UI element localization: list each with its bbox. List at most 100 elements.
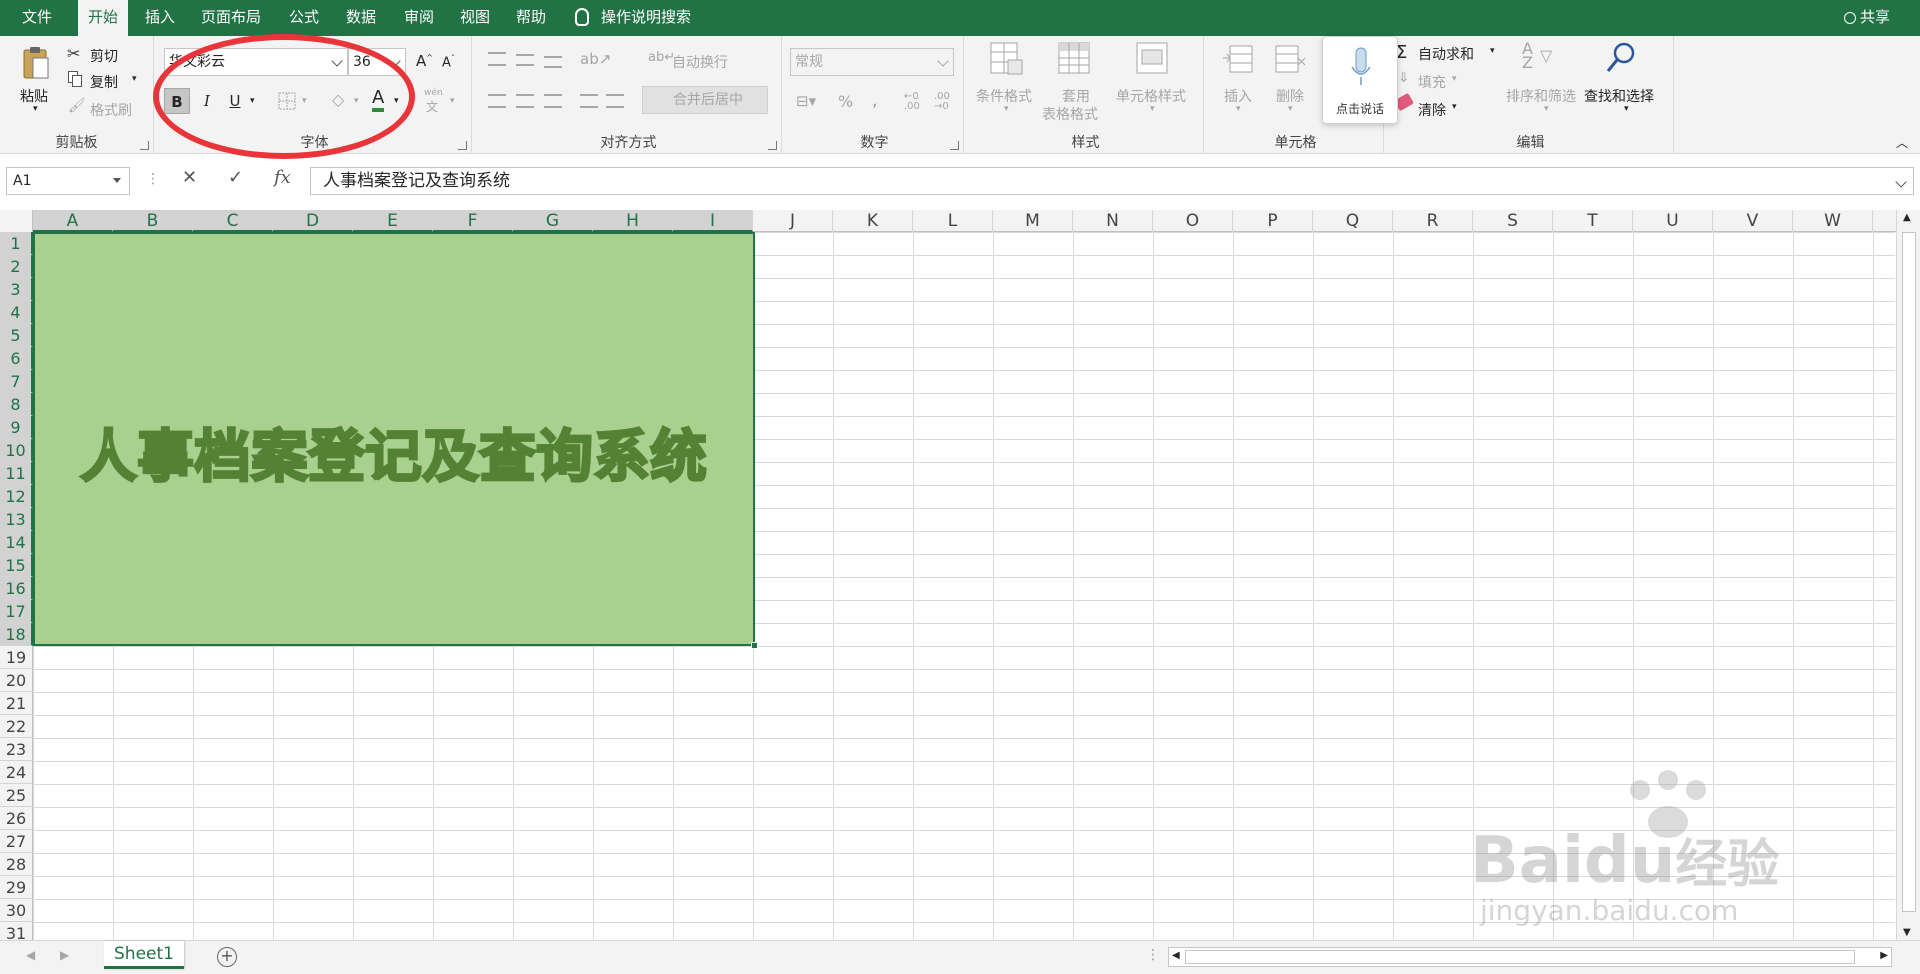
paste-icon[interactable] — [22, 46, 50, 82]
sort-filter-button[interactable]: 排序和筛选 — [1506, 86, 1576, 106]
row-header-14[interactable]: 14 — [0, 531, 33, 554]
column-header-m[interactable]: M — [993, 210, 1073, 232]
row-header-8[interactable]: 8 — [0, 393, 33, 416]
tab-insert[interactable]: 插入 — [134, 0, 186, 36]
tab-page-layout[interactable]: 页面布局 — [192, 0, 270, 36]
align-center-icon[interactable] — [516, 94, 534, 108]
paste-label[interactable]: 粘贴 — [20, 86, 48, 106]
clipboard-launcher-icon[interactable] — [140, 141, 149, 150]
row-header-30[interactable]: 30 — [0, 899, 33, 922]
column-header-p[interactable]: P — [1233, 210, 1313, 232]
increase-font-icon[interactable]: A^ — [416, 52, 433, 70]
row-header-22[interactable]: 22 — [0, 715, 33, 738]
column-header-w[interactable]: W — [1793, 210, 1873, 232]
tab-view[interactable]: 视图 — [450, 0, 500, 36]
clear-dropdown-icon[interactable]: ▾ — [1452, 102, 1457, 112]
column-header-c[interactable]: C — [193, 210, 273, 232]
column-header-o[interactable]: O — [1153, 210, 1233, 232]
column-header-h[interactable]: H — [593, 210, 673, 232]
vertical-scroll-thumb[interactable] — [1902, 232, 1916, 912]
scroll-down-icon[interactable]: ▼ — [1903, 927, 1911, 938]
row-header-5[interactable]: 5 — [0, 324, 33, 347]
tab-help[interactable]: 帮助 — [506, 0, 556, 36]
column-header-r[interactable]: R — [1393, 210, 1473, 232]
row-header-20[interactable]: 20 — [0, 669, 33, 692]
row-header-6[interactable]: 6 — [0, 347, 33, 370]
align-bottom-icon[interactable] — [544, 56, 562, 68]
horizontal-scroll-thumb[interactable] — [1185, 950, 1855, 964]
row-header-29[interactable]: 29 — [0, 876, 33, 899]
tab-home[interactable]: 开始 — [78, 0, 128, 36]
row-header-3[interactable]: 3 — [0, 278, 33, 301]
scroll-up-icon[interactable]: ▲ — [1903, 212, 1911, 223]
conditional-format-button[interactable]: 条件格式 — [976, 86, 1032, 106]
copy-button[interactable]: 复制 — [90, 72, 118, 92]
row-header-17[interactable]: 17 — [0, 600, 33, 623]
row-header-26[interactable]: 26 — [0, 807, 33, 830]
autosum-dropdown-icon[interactable]: ▾ — [1490, 46, 1495, 56]
align-middle-icon[interactable] — [516, 54, 534, 66]
comma-button[interactable]: , — [872, 90, 878, 111]
percent-button[interactable]: % — [838, 92, 853, 111]
merged-cell-a1-i18[interactable]: 人事档案登记及查询系统 — [33, 232, 758, 649]
wrap-text-button[interactable]: 自动换行 — [672, 52, 728, 72]
row-header-12[interactable]: 12 — [0, 485, 33, 508]
sort-dropdown-icon[interactable]: ▾ — [1544, 104, 1549, 114]
tab-formulas[interactable]: 公式 — [278, 0, 330, 36]
column-header-a[interactable]: A — [33, 210, 113, 232]
row-header-27[interactable]: 27 — [0, 830, 33, 853]
column-header-s[interactable]: S — [1473, 210, 1553, 232]
row-header-19[interactable]: 19 — [0, 646, 33, 669]
collapse-ribbon-icon[interactable]: ︿ — [1896, 134, 1908, 151]
table-format-button-line2[interactable]: 表格格式 — [1042, 104, 1098, 124]
tab-file[interactable]: 文件 — [0, 0, 74, 36]
sheet-tab-sheet1[interactable]: Sheet1 — [104, 941, 184, 969]
decrease-font-icon[interactable]: Aˇ — [442, 54, 455, 70]
row-header-25[interactable]: 25 — [0, 784, 33, 807]
fill-handle[interactable] — [751, 642, 758, 649]
align-top-icon[interactable] — [488, 52, 506, 66]
cut-button[interactable]: 剪切 — [90, 46, 118, 66]
increase-indent-icon[interactable] — [606, 94, 624, 108]
column-header-d[interactable]: D — [273, 210, 353, 232]
share-button[interactable]: 共享 — [1843, 0, 1890, 36]
row-header-4[interactable]: 4 — [0, 301, 33, 324]
merge-center-button[interactable]: 合并后居中 — [642, 86, 768, 114]
enter-icon[interactable]: ✓ — [228, 167, 243, 188]
currency-icon[interactable]: ⊟▾ — [796, 92, 816, 110]
phonetic-top-label[interactable]: wén — [424, 88, 443, 98]
row-header-9[interactable]: 9 — [0, 416, 33, 439]
row-header-13[interactable]: 13 — [0, 508, 33, 531]
find-select-button[interactable]: 查找和选择 — [1584, 86, 1654, 106]
column-header-k[interactable]: K — [833, 210, 913, 232]
row-header-21[interactable]: 21 — [0, 692, 33, 715]
scroll-left-icon[interactable]: ◀ — [1172, 950, 1180, 961]
insert-function-icon[interactable]: fx — [274, 167, 291, 188]
column-header-n[interactable]: N — [1073, 210, 1153, 232]
copy-dropdown-icon[interactable]: ▾ — [132, 74, 137, 84]
format-painter-button[interactable]: 格式刷 — [90, 100, 132, 120]
cancel-icon[interactable]: ✕ — [182, 167, 197, 188]
phonetic-bottom-label[interactable]: 文 — [426, 98, 438, 115]
add-sheet-button[interactable]: + — [217, 947, 237, 967]
insert-dropdown-icon[interactable]: ▾ — [1236, 104, 1241, 114]
paste-dropdown-icon[interactable]: ▾ — [33, 104, 38, 114]
column-header-g[interactable]: G — [513, 210, 593, 232]
column-header-u[interactable]: U — [1633, 210, 1713, 232]
autosum-button[interactable]: 自动求和 — [1418, 44, 1474, 64]
fill-button[interactable]: 填充 — [1418, 72, 1446, 92]
column-header-e[interactable]: E — [353, 210, 433, 232]
column-header-f[interactable]: F — [433, 210, 513, 232]
next-sheet-icon[interactable]: ▶ — [60, 948, 69, 962]
decrease-decimal-icon[interactable]: .00 →0 — [934, 92, 950, 112]
row-header-31[interactable]: 31 — [0, 922, 33, 940]
vertical-scrollbar[interactable]: ▲ ▼ — [1896, 210, 1920, 940]
row-header-2[interactable]: 2 — [0, 255, 33, 278]
column-header-i[interactable]: I — [673, 210, 753, 232]
horizontal-scrollbar[interactable]: ◀ ▶ — [1168, 947, 1892, 967]
align-right-icon[interactable] — [544, 94, 562, 108]
row-header-7[interactable]: 7 — [0, 370, 33, 393]
row-header-23[interactable]: 23 — [0, 738, 33, 761]
font-launcher-icon[interactable] — [458, 141, 467, 150]
splitter-icon[interactable]: ⋮ — [1146, 947, 1160, 963]
